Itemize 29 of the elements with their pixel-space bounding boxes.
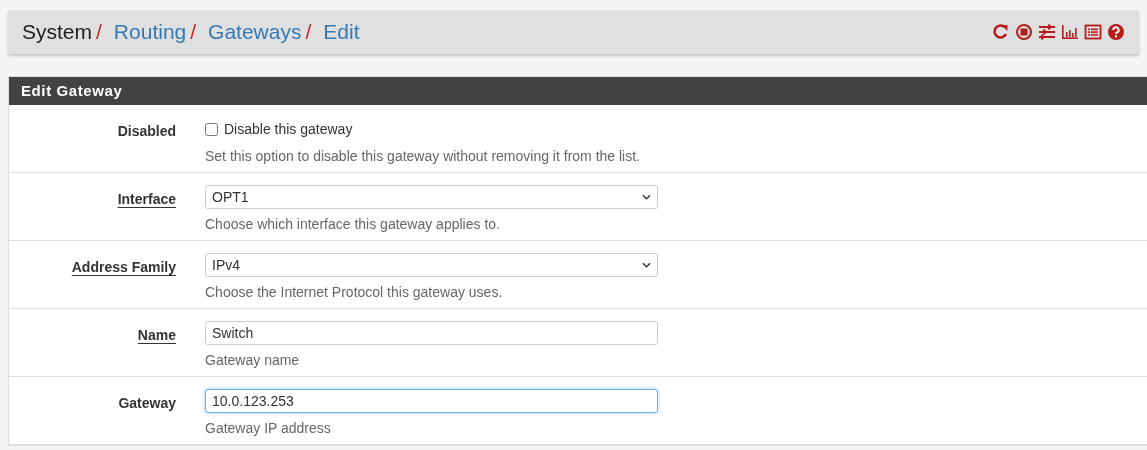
- breadcrumb-text: System: [22, 20, 92, 44]
- chevron-icon: [642, 194, 651, 200]
- help-text: Choose which interface this gateway applies to.: [205, 216, 501, 232]
- help-text: Set this option to disable this gateway without removing it from the list.: [205, 148, 641, 164]
- separator: /: [305, 20, 312, 44]
- bar-chart-icon[interactable]: [1061, 23, 1079, 41]
- reload-icon[interactable]: [992, 23, 1010, 41]
- field-label: Gateway: [118, 395, 176, 411]
- field-label: Address Family: [71, 259, 176, 275]
- input-field[interactable]: 10.0.123.253: [205, 389, 658, 413]
- input-field[interactable]: Switch: [205, 321, 658, 345]
- help-text: Choose the Internet Protocol this gateway uses.: [205, 284, 504, 300]
- list-icon[interactable]: [1084, 23, 1102, 41]
- help-text: Gateway IP address: [205, 420, 332, 436]
- checkbox-label: Disable this gateway: [224, 121, 353, 137]
- sliders-icon[interactable]: [1038, 23, 1056, 41]
- separator: /: [96, 20, 102, 44]
- help-icon[interactable]: [1107, 23, 1125, 41]
- chevron-icon: [642, 262, 651, 268]
- checkbox[interactable]: [205, 122, 218, 136]
- stop-icon[interactable]: [1015, 23, 1033, 41]
- help-text: Gateway name: [205, 352, 301, 368]
- field-label: Name: [137, 327, 176, 343]
- dropdown[interactable]: OPT1: [205, 185, 658, 209]
- dropdown[interactable]: IPv4: [205, 253, 658, 277]
- panel-title: Edit Gateway: [9, 77, 1147, 105]
- field-label: Disabled: [117, 123, 176, 139]
- separator: /: [190, 20, 197, 44]
- field-label: Interface: [117, 191, 176, 207]
